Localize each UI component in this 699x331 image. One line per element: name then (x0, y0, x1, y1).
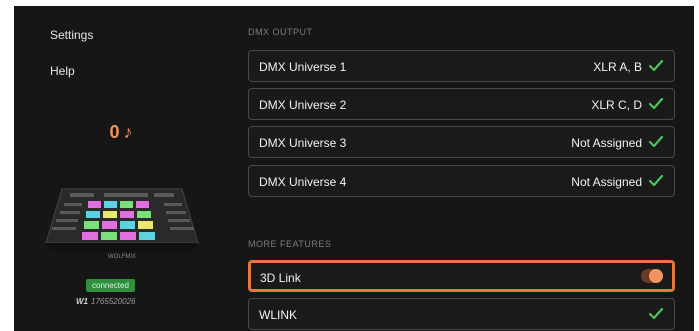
row-label: DMX Universe 2 (259, 98, 347, 112)
sidebar: Settings Help 0 ♪ WOLFMIX connected W1 1… (14, 6, 228, 331)
check-icon (649, 136, 663, 148)
row-label: 3D Link (260, 271, 301, 285)
serial-number: 1765520026 (91, 297, 136, 306)
check-icon (649, 175, 663, 187)
feature-row-3d-link[interactable]: 3D Link (248, 260, 675, 292)
sidebar-item-help[interactable]: Help (50, 64, 75, 78)
main-panel: DMX OUTPUT DMX Universe 1 XLR A, B DMX U… (248, 6, 694, 331)
row-label: DMX Universe 4 (259, 175, 347, 189)
app-window: Settings Help 0 ♪ WOLFMIX connected W1 1… (14, 6, 694, 331)
counter-value: 0 (109, 122, 120, 142)
dmx-universe-row[interactable]: DMX Universe 2 XLR C, D (248, 88, 675, 120)
3d-link-toggle[interactable] (641, 269, 663, 283)
row-label: DMX Universe 1 (259, 60, 347, 74)
row-value: XLR C, D (591, 98, 642, 112)
dmx-universe-row[interactable]: DMX Universe 1 XLR A, B (248, 50, 675, 82)
row-value: XLR A, B (593, 60, 642, 74)
device-id: W1 (76, 297, 88, 306)
device-image: WOLFMIX (42, 181, 202, 261)
toggle-knob (649, 269, 663, 283)
row-label: WLINK (259, 308, 298, 322)
status-badge: connected (86, 279, 135, 292)
sidebar-item-settings[interactable]: Settings (50, 28, 93, 42)
section-title-dmx-output: DMX OUTPUT (248, 27, 313, 37)
device-brand-label: WOLFMIX (108, 254, 136, 260)
music-note-icon: ♪ (123, 122, 133, 142)
check-icon (649, 98, 663, 110)
row-label: DMX Universe 3 (259, 136, 347, 150)
device-serial: W1 1765520026 (76, 297, 136, 306)
row-value: Not Assigned (571, 175, 642, 189)
row-value: Not Assigned (571, 136, 642, 150)
section-title-more-features: MORE FEATURES (248, 239, 332, 249)
check-icon (649, 60, 663, 72)
dmx-universe-row[interactable]: DMX Universe 4 Not Assigned (248, 165, 675, 197)
check-icon (649, 308, 663, 320)
feature-row-wlink[interactable]: WLINK (248, 298, 675, 330)
counter-display: 0 ♪ (14, 122, 228, 143)
dmx-universe-row[interactable]: DMX Universe 3 Not Assigned (248, 126, 675, 158)
